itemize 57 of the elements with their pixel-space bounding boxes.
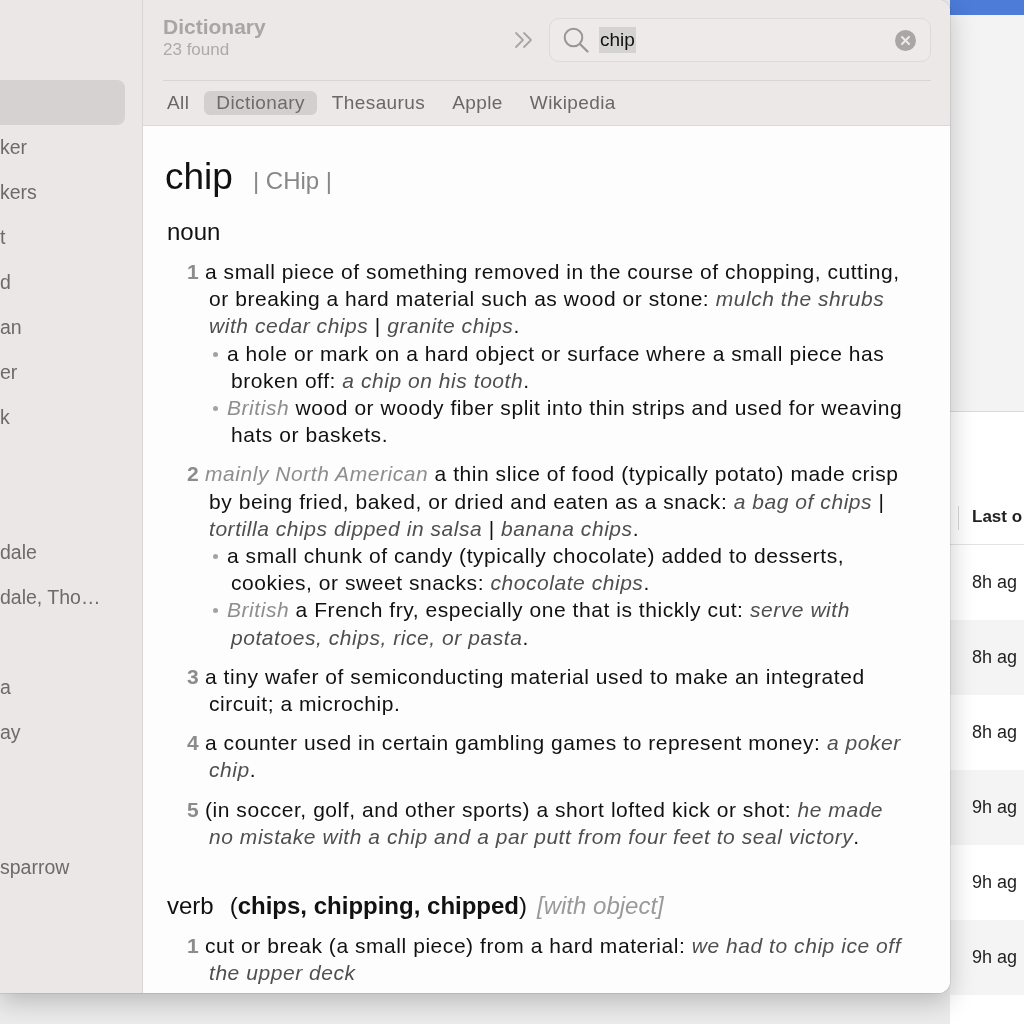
- part-of-speech-label: noun: [167, 217, 221, 247]
- sidebar-item[interactable]: er: [0, 350, 18, 395]
- bullet-icon: [213, 608, 218, 614]
- bullet-icon: [213, 351, 218, 357]
- search-icon: [563, 27, 589, 53]
- chevrons-right-icon[interactable]: [513, 31, 535, 49]
- definition-text: British wood or woody fiber split into thin strips and used for weaving hats or baskets.: [227, 395, 904, 449]
- sidebar-item[interactable]: kers: [0, 170, 37, 215]
- sidebar-item[interactable]: ay: [0, 710, 21, 755]
- tab[interactable]: All: [155, 91, 202, 115]
- sense-number: 1: [187, 933, 200, 960]
- sidebar-item[interactable]: dale, Tho…: [0, 575, 101, 620]
- table-cell: 9h ag: [972, 872, 1018, 893]
- sidebar-item[interactable]: sparrow: [0, 845, 70, 890]
- inflected-forms-text: (chips, chipping, chipped): [229, 891, 528, 922]
- sense-number: 4: [187, 730, 200, 757]
- sense-number: 2: [187, 461, 200, 488]
- definition-text: British a French fry, especially one that is thickly cut: serve with potatoes, chips, rice, or pasta.: [227, 597, 851, 651]
- bullet-icon: [213, 406, 218, 411]
- bullet-icon: [213, 554, 218, 560]
- table-cell: 9h ag: [972, 947, 1018, 968]
- tab[interactable]: Thesaurus: [319, 91, 438, 115]
- tab[interactable]: Dictionary: [204, 91, 317, 115]
- definition-text: a tiny wafer of semiconducting material used to make an integrated circuit; a microchip.: [205, 663, 866, 718]
- search-query: chip: [599, 27, 636, 53]
- part-of-speech-label: verb: [167, 891, 214, 922]
- definition-text: a small piece of something removed in the course of chopping, cutting, or breaking a hard material such as wood or stone: mulch the shrubs with cedar chips | granite chips.: [205, 259, 901, 340]
- tab[interactable]: Apple: [440, 91, 515, 115]
- grammar-note: [with object]: [537, 891, 664, 922]
- headword: chip: [165, 155, 233, 199]
- sidebar-item[interactable]: an: [0, 305, 22, 350]
- pronunciation-text: | CHip |: [252, 167, 333, 195]
- definition-text: a small chunk of candy (typically chocolate) added to desserts, cookies, or sweet snacks: chocolate chips.: [227, 543, 846, 597]
- search-field[interactable]: chip: [549, 18, 931, 62]
- table-cell: 8h ag: [972, 722, 1018, 743]
- sidebar-item[interactable]: dale: [0, 530, 37, 575]
- definition-text: mainly North American a thin slice of food (typically potato) made crisp by being fried, baked, or dried and eaten as a snack: a bag of chips | tortilla chips dipped in salsa | banana chips.: [205, 461, 900, 542]
- tab[interactable]: Wikipedia: [517, 91, 628, 115]
- sense-number: 3: [187, 663, 200, 690]
- sidebar-item[interactable]: k: [0, 395, 10, 440]
- sidebar-item[interactable]: ker: [0, 125, 28, 170]
- table-cell: 8h ag: [972, 647, 1018, 668]
- definition-text: a counter used in certain gambling games to represent money: a poker chip.: [205, 730, 902, 784]
- definition-text: a hole or mark on a hard object or surface where a small piece has broken off: a chip on his tooth.: [227, 340, 886, 394]
- column-header[interactable]: Last o: [972, 506, 1023, 528]
- result-count: 23 found: [163, 39, 230, 60]
- table-cell: 9h ag: [972, 797, 1018, 818]
- sidebar-item[interactable]: a: [0, 665, 11, 710]
- sense-number: 5: [187, 796, 200, 823]
- sidebar-item[interactable]: t: [0, 215, 6, 260]
- sidebar-item[interactable]: d: [0, 260, 11, 305]
- table-cell: 8h ag: [972, 572, 1018, 593]
- definition-text: cut or break (a small piece) from a hard material: we had to chip ice off the upper deck: [205, 933, 904, 987]
- sense-number: 1: [187, 259, 200, 285]
- definition-text: (in soccer, golf, and other sports) a short lofted kick or shot: he made no mistake with a chip and a par putt from four feet to seal victory.: [205, 796, 885, 850]
- clear-icon[interactable]: [895, 29, 916, 51]
- panel-title: Dictionary: [163, 14, 266, 39]
